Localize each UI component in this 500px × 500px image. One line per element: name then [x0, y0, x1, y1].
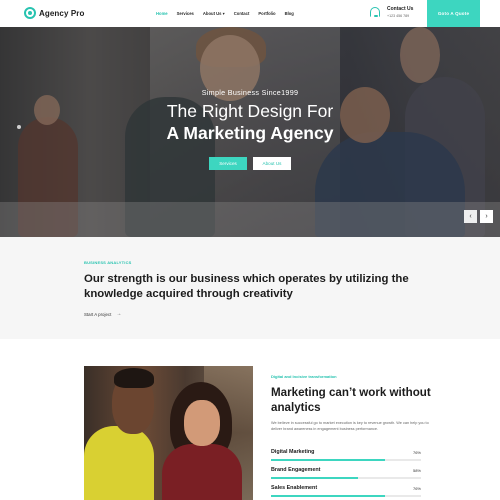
start-project-link[interactable]: Start A project →: [84, 311, 121, 317]
skill-label: Sales Enablement: [271, 485, 318, 491]
headset-icon: [370, 7, 380, 17]
contact-info[interactable]: Contact Us +123 456 789: [370, 6, 413, 18]
analytics-description: We believe in successful go to market ex…: [271, 421, 429, 431]
skill-percent: 58%: [412, 468, 421, 473]
skill-progress-track: [271, 477, 421, 479]
skill-percent: 76%: [412, 486, 421, 491]
skill-label: Digital Marketing: [271, 449, 315, 455]
team-photo: [84, 366, 253, 500]
photo-woman-face: [184, 400, 220, 446]
nav-item-blog[interactable]: Blog: [285, 11, 294, 16]
logo-text: Agency Pro: [39, 8, 85, 18]
hero-title-line2: A Marketing Agency: [166, 123, 334, 143]
skill-label: Brand Engagement: [271, 467, 321, 473]
nav-item-home[interactable]: Home: [156, 11, 168, 16]
skill-progress-fill: [271, 477, 358, 479]
business-section: BUSINESS ANALYTICS Our strength is our b…: [0, 237, 500, 339]
skill-progress-track: [271, 495, 421, 497]
hero-subtitle: Simple Business Since1999: [201, 88, 299, 97]
main-nav: Home Services About Us ▾ Contact Portfol…: [156, 11, 303, 16]
nav-item-portfolio[interactable]: Portfolio: [258, 11, 275, 16]
hero-title-line1: The Right Design For: [166, 101, 334, 121]
photo-man-body: [84, 426, 154, 500]
contact-title: Contact Us: [387, 6, 414, 12]
logo-icon: [24, 7, 36, 19]
skill-progress-track: [271, 459, 421, 461]
nav-item-services[interactable]: Services: [177, 11, 194, 16]
skill-progress-fill: [271, 459, 385, 461]
hero-banner: Simple Business Since1999 The Right Desi…: [0, 27, 500, 237]
arrow-right-icon: →: [116, 311, 122, 317]
services-button[interactable]: Services: [209, 157, 247, 170]
business-tag: BUSINESS ANALYTICS: [84, 260, 132, 265]
slider-dot[interactable]: [17, 125, 21, 129]
analytics-tag: Digital and Incisive transformation: [271, 374, 337, 379]
nav-item-about[interactable]: About Us ▾: [203, 11, 225, 16]
contact-phone: +123 456 789: [387, 14, 410, 18]
skill-progress-fill: [271, 495, 385, 497]
logo[interactable]: Agency Pro: [24, 7, 84, 19]
site-header: Agency Pro Home Services About Us ▾ Cont…: [0, 0, 500, 27]
analytics-title: Marketing can’t work without analytics: [271, 386, 431, 414]
nav-item-contact[interactable]: Contact: [234, 11, 250, 16]
start-project-label: Start A project: [84, 311, 112, 317]
skill-percent: 76%: [412, 450, 421, 455]
photo-woman-body: [162, 444, 242, 500]
get-quote-button[interactable]: Goto A Quote: [427, 0, 480, 27]
business-title: Our strength is our business which opera…: [84, 273, 409, 300]
photo-man-hair: [114, 368, 154, 388]
about-us-button[interactable]: About Us: [253, 157, 291, 170]
slider-prev-arrow-icon[interactable]: ‹: [464, 210, 477, 223]
slider-next-arrow-icon[interactable]: ›: [480, 210, 493, 223]
